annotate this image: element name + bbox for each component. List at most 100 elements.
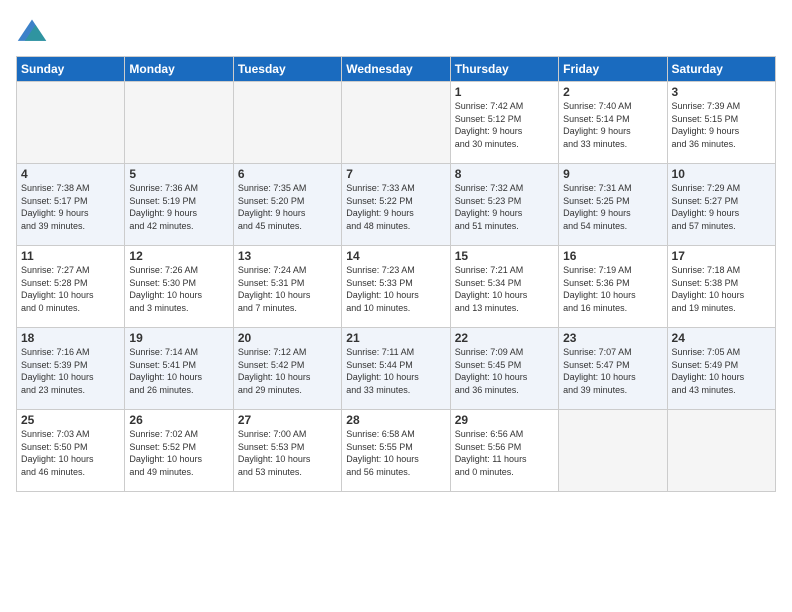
calendar-cell: 18Sunrise: 7:16 AMSunset: 5:39 PMDayligh…	[17, 328, 125, 410]
calendar-cell: 29Sunrise: 6:56 AMSunset: 5:56 PMDayligh…	[450, 410, 558, 492]
day-number: 15	[455, 249, 554, 263]
calendar-cell: 7Sunrise: 7:33 AMSunset: 5:22 PMDaylight…	[342, 164, 450, 246]
calendar-cell: 10Sunrise: 7:29 AMSunset: 5:27 PMDayligh…	[667, 164, 775, 246]
day-info: Sunrise: 7:21 AMSunset: 5:34 PMDaylight:…	[455, 264, 554, 314]
day-number: 27	[238, 413, 337, 427]
calendar-cell: 12Sunrise: 7:26 AMSunset: 5:30 PMDayligh…	[125, 246, 233, 328]
day-number: 23	[563, 331, 662, 345]
calendar-cell: 8Sunrise: 7:32 AMSunset: 5:23 PMDaylight…	[450, 164, 558, 246]
calendar-week-row: 4Sunrise: 7:38 AMSunset: 5:17 PMDaylight…	[17, 164, 776, 246]
day-info: Sunrise: 7:07 AMSunset: 5:47 PMDaylight:…	[563, 346, 662, 396]
weekday-header-monday: Monday	[125, 57, 233, 82]
day-info: Sunrise: 7:27 AMSunset: 5:28 PMDaylight:…	[21, 264, 120, 314]
weekday-header-friday: Friday	[559, 57, 667, 82]
calendar-cell: 13Sunrise: 7:24 AMSunset: 5:31 PMDayligh…	[233, 246, 341, 328]
day-number: 16	[563, 249, 662, 263]
calendar-week-row: 25Sunrise: 7:03 AMSunset: 5:50 PMDayligh…	[17, 410, 776, 492]
day-number: 3	[672, 85, 771, 99]
calendar-cell	[559, 410, 667, 492]
calendar-cell: 21Sunrise: 7:11 AMSunset: 5:44 PMDayligh…	[342, 328, 450, 410]
calendar-cell: 19Sunrise: 7:14 AMSunset: 5:41 PMDayligh…	[125, 328, 233, 410]
day-number: 6	[238, 167, 337, 181]
day-number: 5	[129, 167, 228, 181]
day-info: Sunrise: 7:14 AMSunset: 5:41 PMDaylight:…	[129, 346, 228, 396]
day-info: Sunrise: 7:11 AMSunset: 5:44 PMDaylight:…	[346, 346, 445, 396]
calendar-cell	[17, 82, 125, 164]
day-number: 10	[672, 167, 771, 181]
header	[16, 16, 776, 48]
day-number: 26	[129, 413, 228, 427]
day-number: 17	[672, 249, 771, 263]
day-info: Sunrise: 7:00 AMSunset: 5:53 PMDaylight:…	[238, 428, 337, 478]
day-info: Sunrise: 7:40 AMSunset: 5:14 PMDaylight:…	[563, 100, 662, 150]
weekday-header-tuesday: Tuesday	[233, 57, 341, 82]
day-info: Sunrise: 7:42 AMSunset: 5:12 PMDaylight:…	[455, 100, 554, 150]
day-number: 22	[455, 331, 554, 345]
calendar-table: SundayMondayTuesdayWednesdayThursdayFrid…	[16, 56, 776, 492]
day-info: Sunrise: 6:58 AMSunset: 5:55 PMDaylight:…	[346, 428, 445, 478]
day-info: Sunrise: 7:02 AMSunset: 5:52 PMDaylight:…	[129, 428, 228, 478]
weekday-header-sunday: Sunday	[17, 57, 125, 82]
calendar-cell: 24Sunrise: 7:05 AMSunset: 5:49 PMDayligh…	[667, 328, 775, 410]
calendar-cell: 16Sunrise: 7:19 AMSunset: 5:36 PMDayligh…	[559, 246, 667, 328]
calendar-cell: 26Sunrise: 7:02 AMSunset: 5:52 PMDayligh…	[125, 410, 233, 492]
calendar-cell: 9Sunrise: 7:31 AMSunset: 5:25 PMDaylight…	[559, 164, 667, 246]
day-number: 9	[563, 167, 662, 181]
calendar-cell	[667, 410, 775, 492]
logo	[16, 16, 52, 48]
day-info: Sunrise: 7:18 AMSunset: 5:38 PMDaylight:…	[672, 264, 771, 314]
day-info: Sunrise: 7:33 AMSunset: 5:22 PMDaylight:…	[346, 182, 445, 232]
logo-icon	[16, 16, 48, 48]
calendar-cell: 5Sunrise: 7:36 AMSunset: 5:19 PMDaylight…	[125, 164, 233, 246]
day-info: Sunrise: 7:05 AMSunset: 5:49 PMDaylight:…	[672, 346, 771, 396]
day-number: 19	[129, 331, 228, 345]
day-info: Sunrise: 7:29 AMSunset: 5:27 PMDaylight:…	[672, 182, 771, 232]
calendar-cell	[233, 82, 341, 164]
calendar-cell: 6Sunrise: 7:35 AMSunset: 5:20 PMDaylight…	[233, 164, 341, 246]
calendar-cell: 22Sunrise: 7:09 AMSunset: 5:45 PMDayligh…	[450, 328, 558, 410]
day-number: 29	[455, 413, 554, 427]
calendar-cell: 23Sunrise: 7:07 AMSunset: 5:47 PMDayligh…	[559, 328, 667, 410]
day-number: 18	[21, 331, 120, 345]
day-number: 11	[21, 249, 120, 263]
day-info: Sunrise: 7:36 AMSunset: 5:19 PMDaylight:…	[129, 182, 228, 232]
weekday-header-saturday: Saturday	[667, 57, 775, 82]
day-info: Sunrise: 7:24 AMSunset: 5:31 PMDaylight:…	[238, 264, 337, 314]
day-info: Sunrise: 7:19 AMSunset: 5:36 PMDaylight:…	[563, 264, 662, 314]
day-number: 13	[238, 249, 337, 263]
day-info: Sunrise: 7:16 AMSunset: 5:39 PMDaylight:…	[21, 346, 120, 396]
day-number: 2	[563, 85, 662, 99]
calendar-cell: 3Sunrise: 7:39 AMSunset: 5:15 PMDaylight…	[667, 82, 775, 164]
day-info: Sunrise: 7:26 AMSunset: 5:30 PMDaylight:…	[129, 264, 228, 314]
day-info: Sunrise: 6:56 AMSunset: 5:56 PMDaylight:…	[455, 428, 554, 478]
day-info: Sunrise: 7:31 AMSunset: 5:25 PMDaylight:…	[563, 182, 662, 232]
day-number: 20	[238, 331, 337, 345]
day-info: Sunrise: 7:09 AMSunset: 5:45 PMDaylight:…	[455, 346, 554, 396]
page: SundayMondayTuesdayWednesdayThursdayFrid…	[0, 0, 792, 612]
day-info: Sunrise: 7:23 AMSunset: 5:33 PMDaylight:…	[346, 264, 445, 314]
day-number: 25	[21, 413, 120, 427]
calendar-cell: 1Sunrise: 7:42 AMSunset: 5:12 PMDaylight…	[450, 82, 558, 164]
calendar-cell	[125, 82, 233, 164]
weekday-header-wednesday: Wednesday	[342, 57, 450, 82]
day-number: 24	[672, 331, 771, 345]
day-info: Sunrise: 7:39 AMSunset: 5:15 PMDaylight:…	[672, 100, 771, 150]
day-info: Sunrise: 7:38 AMSunset: 5:17 PMDaylight:…	[21, 182, 120, 232]
calendar-cell: 25Sunrise: 7:03 AMSunset: 5:50 PMDayligh…	[17, 410, 125, 492]
day-number: 14	[346, 249, 445, 263]
day-info: Sunrise: 7:35 AMSunset: 5:20 PMDaylight:…	[238, 182, 337, 232]
day-number: 1	[455, 85, 554, 99]
day-number: 28	[346, 413, 445, 427]
day-number: 21	[346, 331, 445, 345]
day-number: 8	[455, 167, 554, 181]
calendar-week-row: 18Sunrise: 7:16 AMSunset: 5:39 PMDayligh…	[17, 328, 776, 410]
day-info: Sunrise: 7:12 AMSunset: 5:42 PMDaylight:…	[238, 346, 337, 396]
calendar-cell: 14Sunrise: 7:23 AMSunset: 5:33 PMDayligh…	[342, 246, 450, 328]
calendar-cell: 11Sunrise: 7:27 AMSunset: 5:28 PMDayligh…	[17, 246, 125, 328]
day-number: 7	[346, 167, 445, 181]
calendar-cell: 17Sunrise: 7:18 AMSunset: 5:38 PMDayligh…	[667, 246, 775, 328]
calendar-cell: 28Sunrise: 6:58 AMSunset: 5:55 PMDayligh…	[342, 410, 450, 492]
weekday-header-row: SundayMondayTuesdayWednesdayThursdayFrid…	[17, 57, 776, 82]
calendar-cell: 2Sunrise: 7:40 AMSunset: 5:14 PMDaylight…	[559, 82, 667, 164]
day-info: Sunrise: 7:03 AMSunset: 5:50 PMDaylight:…	[21, 428, 120, 478]
